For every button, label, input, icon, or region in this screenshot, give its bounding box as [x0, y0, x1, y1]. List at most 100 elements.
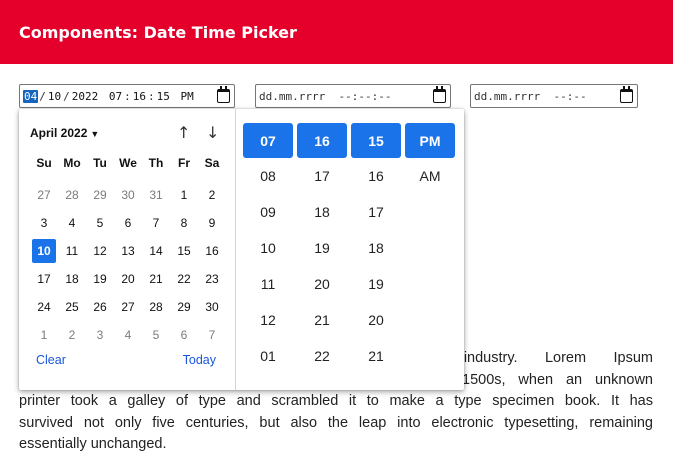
selected-hour-option[interactable]: 07	[243, 123, 293, 158]
day-cell[interactable]: 7	[198, 321, 226, 349]
minute-option[interactable]: 19	[297, 230, 347, 266]
day-cell[interactable]: 27	[114, 293, 142, 321]
day-cell[interactable]: 29	[170, 293, 198, 321]
previous-month-button[interactable]: ↑	[177, 123, 190, 142]
second-option[interactable]: 16	[351, 158, 401, 194]
second-option[interactable]: 20	[351, 302, 401, 338]
paragraph-line: survived not only five centuries, but al…	[19, 414, 653, 431]
hour-option[interactable]: 08	[243, 158, 293, 194]
day-cell[interactable]: 2	[198, 181, 226, 209]
day-cell[interactable]: 7	[142, 209, 170, 237]
day-cell[interactable]: 5	[142, 321, 170, 349]
weekday-header: We	[119, 156, 137, 170]
year-segment[interactable]: 2022	[71, 90, 100, 103]
day-cell[interactable]: 11	[58, 237, 86, 265]
minute-option[interactable]: 17	[297, 158, 347, 194]
hour-option[interactable]: 01	[243, 338, 293, 374]
day-cell[interactable]: 30	[198, 293, 226, 321]
day-cell[interactable]: 8	[170, 209, 198, 237]
datetime-input-3[interactable]: dd.mm.rrrr --:--	[470, 84, 638, 108]
month-selector[interactable]: April 2022 ▼	[30, 126, 99, 140]
day-cell[interactable]: 3	[30, 209, 58, 237]
day-cell[interactable]: 25	[58, 293, 86, 321]
day-cell[interactable]: 26	[86, 293, 114, 321]
meridiem-option[interactable]: AM	[405, 158, 455, 194]
day-cell[interactable]: 6	[170, 321, 198, 349]
day-cell[interactable]: 3	[86, 321, 114, 349]
minute-option[interactable]: 22	[297, 338, 347, 374]
hour-option[interactable]: 12	[243, 302, 293, 338]
datetime-picker-popup: April 2022 ▼ ↑ ↓ Su Mo Tu We Th Fr Sa 27 28 29 30 31…	[19, 109, 464, 390]
day-cell[interactable]: 2	[58, 321, 86, 349]
minute-option[interactable]: 20	[297, 266, 347, 302]
second-segment[interactable]: 15	[156, 90, 171, 103]
minute-option[interactable]: 21	[297, 302, 347, 338]
day-cell[interactable]: 9	[198, 209, 226, 237]
day-cell[interactable]: 6	[114, 209, 142, 237]
dropdown-triangle-icon: ▼	[90, 129, 100, 139]
calendar-grid: Su Mo Tu We Th Fr Sa 27 28 29 30 31 1 2 3 4 5 6 7 8 9 10 11 12 1…	[30, 153, 226, 349]
second-option[interactable]: 19	[351, 266, 401, 302]
selected-minute-option[interactable]: 16	[297, 123, 347, 158]
weekday-header: Fr	[178, 156, 190, 170]
day-cell[interactable]: 19	[86, 265, 114, 293]
weekday-header: Su	[36, 156, 52, 170]
day-cell[interactable]: 29	[86, 181, 114, 209]
calendar-icon[interactable]	[433, 86, 446, 103]
weekday-header: Tu	[93, 156, 107, 170]
ampm-segment[interactable]: PM	[180, 90, 195, 103]
second-option[interactable]: 18	[351, 230, 401, 266]
day-cell[interactable]: 24	[30, 293, 58, 321]
paragraph-line: printer took a galley of type and scramb…	[19, 393, 653, 409]
day-segment[interactable]: 10	[47, 90, 62, 103]
today-button[interactable]: Today	[183, 353, 216, 367]
day-cell[interactable]: 12	[86, 237, 114, 265]
date-placeholder: dd.mm.rrrr	[259, 89, 326, 103]
page-header: Components: Date Time Picker	[0, 0, 673, 64]
hour-option[interactable]: 10	[243, 230, 293, 266]
ampm-column: PM AM	[405, 123, 455, 194]
day-cell[interactable]: 13	[114, 237, 142, 265]
minutes-column: 16 17 18 19 20 21 22	[297, 123, 347, 374]
day-cell[interactable]: 17	[30, 265, 58, 293]
day-cell[interactable]: 4	[114, 321, 142, 349]
minute-option[interactable]: 18	[297, 194, 347, 230]
day-cell[interactable]: 23	[198, 265, 226, 293]
day-cell[interactable]: 31	[142, 181, 170, 209]
month-label: April 2022	[30, 126, 88, 140]
day-cell[interactable]: 1	[30, 321, 58, 349]
next-month-button[interactable]: ↓	[206, 123, 219, 142]
datetime-input-2[interactable]: dd.mm.rrrr --:--:--	[255, 84, 451, 108]
day-cell[interactable]: 14	[142, 237, 170, 265]
minute-segment[interactable]: 16	[132, 90, 147, 103]
day-cell[interactable]: 27	[30, 181, 58, 209]
datetime-input-1[interactable]: 04 / 10 / 2022 07 : 16 : 15 PM	[19, 84, 235, 108]
month-segment[interactable]: 04	[23, 89, 39, 103]
day-cell[interactable]: 16	[198, 237, 226, 265]
day-cell[interactable]: 4	[58, 209, 86, 237]
day-cell[interactable]: 15	[170, 237, 198, 265]
day-cell[interactable]: 28	[142, 293, 170, 321]
day-cell[interactable]: 5	[86, 209, 114, 237]
day-cell[interactable]: 18	[58, 265, 86, 293]
hour-option[interactable]: 09	[243, 194, 293, 230]
day-cell[interactable]: 1	[170, 181, 198, 209]
second-option[interactable]: 21	[351, 338, 401, 374]
day-cell[interactable]: 20	[114, 265, 142, 293]
calendar-icon[interactable]	[217, 86, 230, 103]
selected-day-cell[interactable]: 10	[32, 239, 56, 263]
day-cell[interactable]: 22	[170, 265, 198, 293]
calendar-panel: April 2022 ▼ ↑ ↓ Su Mo Tu We Th Fr Sa 27 28 29 30 31…	[19, 109, 236, 390]
weekday-header: Th	[148, 156, 164, 170]
hour-option[interactable]: 11	[243, 266, 293, 302]
selected-meridiem-option[interactable]: PM	[405, 123, 455, 158]
second-option[interactable]: 17	[351, 194, 401, 230]
day-cell[interactable]: 30	[114, 181, 142, 209]
selected-second-option[interactable]: 15	[351, 123, 401, 158]
hour-segment[interactable]: 07	[108, 90, 123, 103]
calendar-icon[interactable]	[620, 86, 633, 103]
hours-column: 07 08 09 10 11 12 01	[243, 123, 293, 374]
clear-button[interactable]: Clear	[36, 353, 66, 367]
day-cell[interactable]: 28	[58, 181, 86, 209]
day-cell[interactable]: 21	[142, 265, 170, 293]
